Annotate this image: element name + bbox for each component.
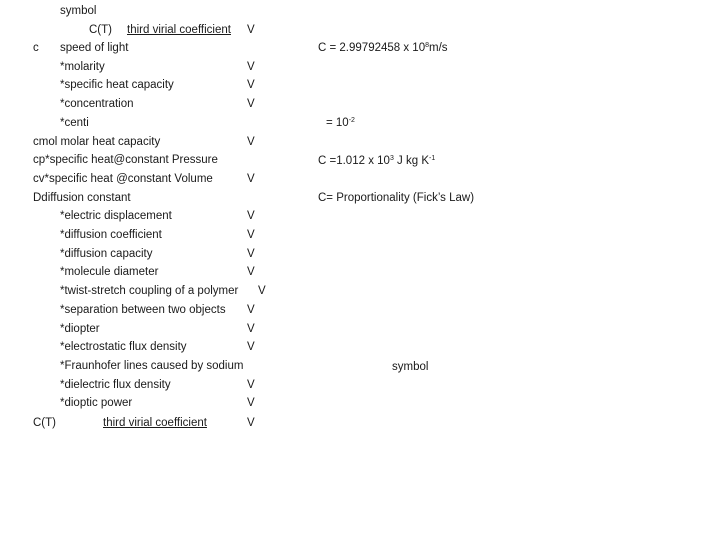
note-symbol-label: symbol [392, 361, 429, 373]
row-label: Ddiffusion constant [33, 192, 131, 204]
note-speed-of-light-unit: m/s [429, 42, 448, 54]
row-mark: V [247, 341, 255, 353]
row-mark: V [247, 304, 255, 316]
row-label: speed of light [60, 42, 129, 54]
note-centi-base: = 10 [326, 117, 349, 129]
row-mark: V [247, 61, 255, 73]
row-prefix: c [33, 42, 39, 54]
note-centi-exp: -2 [348, 117, 355, 124]
footer-symbol-ct: C(T) [33, 417, 56, 429]
header-symbol-ct: C(T) [89, 24, 112, 36]
row-mark: V [247, 98, 255, 110]
row-mark: V [247, 210, 255, 222]
row-mark: V [247, 379, 255, 391]
note-centi: = 10-2 [326, 116, 355, 130]
note-specific-heat-exp2: -1 [429, 155, 436, 162]
row-mark: V [247, 323, 255, 335]
header-third-virial-coefficient: third virial coefficient [127, 24, 231, 36]
note-speed-of-light-exp: 8 [425, 42, 430, 49]
row-label: *molecule diameter [60, 266, 159, 278]
row-label: *centi [60, 117, 89, 129]
row-label: *specific heat capacity [60, 79, 174, 91]
row-mark: V [247, 266, 255, 278]
row-mark: V [247, 229, 255, 241]
row-mark: V [258, 285, 266, 297]
footer-mark: V [247, 417, 255, 429]
note-specific-heat-unit: J kg K [393, 155, 429, 167]
row-mark: V [247, 173, 255, 185]
symbol-header: symbol [60, 5, 97, 17]
note-specific-heat-base: C =1.012 x 10 [318, 155, 390, 167]
note-speed-of-light-base: C = 2.99792458 x 10 [318, 42, 426, 54]
row-mark: V [247, 136, 255, 148]
note-speed-of-light: C = 2.99792458 x 108m/s [318, 41, 448, 55]
row-mark: V [247, 397, 255, 409]
row-label: cv*specific heat @constant Volume [33, 173, 213, 185]
row-label: *molarity [60, 61, 105, 73]
row-label: *concentration [60, 98, 134, 110]
note-specific-heat: C =1.012 x 103 J kg K-1 [318, 154, 435, 168]
footer-third-virial-coefficient: third virial coefficient [103, 417, 207, 429]
note-ficks-law: C= Proportionality (Fick’s Law) [318, 192, 475, 204]
row-label: *dielectric flux density [60, 379, 171, 391]
row-label: *electric displacement [60, 210, 172, 222]
row-mark: V [247, 79, 255, 91]
note-specific-heat-exp: 3 [389, 155, 394, 162]
row-label: cmol molar heat capacity [33, 136, 161, 148]
row-label: *diffusion coefficient [60, 229, 162, 241]
row-mark: V [247, 248, 255, 260]
row-label: cp*specific heat@constant Pressure [33, 154, 218, 166]
row-label: *diopter [60, 323, 100, 335]
row-label: *twist-stretch coupling of a polymer [60, 285, 239, 297]
row-label: *diffusion capacity [60, 248, 153, 260]
header-mark: V [247, 24, 255, 36]
row-label: *dioptic power [60, 397, 133, 409]
row-label: *Fraunhofer lines caused by sodium [60, 360, 244, 372]
row-label: *electrostatic flux density [60, 341, 187, 353]
row-label: *separation between two objects [60, 304, 226, 316]
